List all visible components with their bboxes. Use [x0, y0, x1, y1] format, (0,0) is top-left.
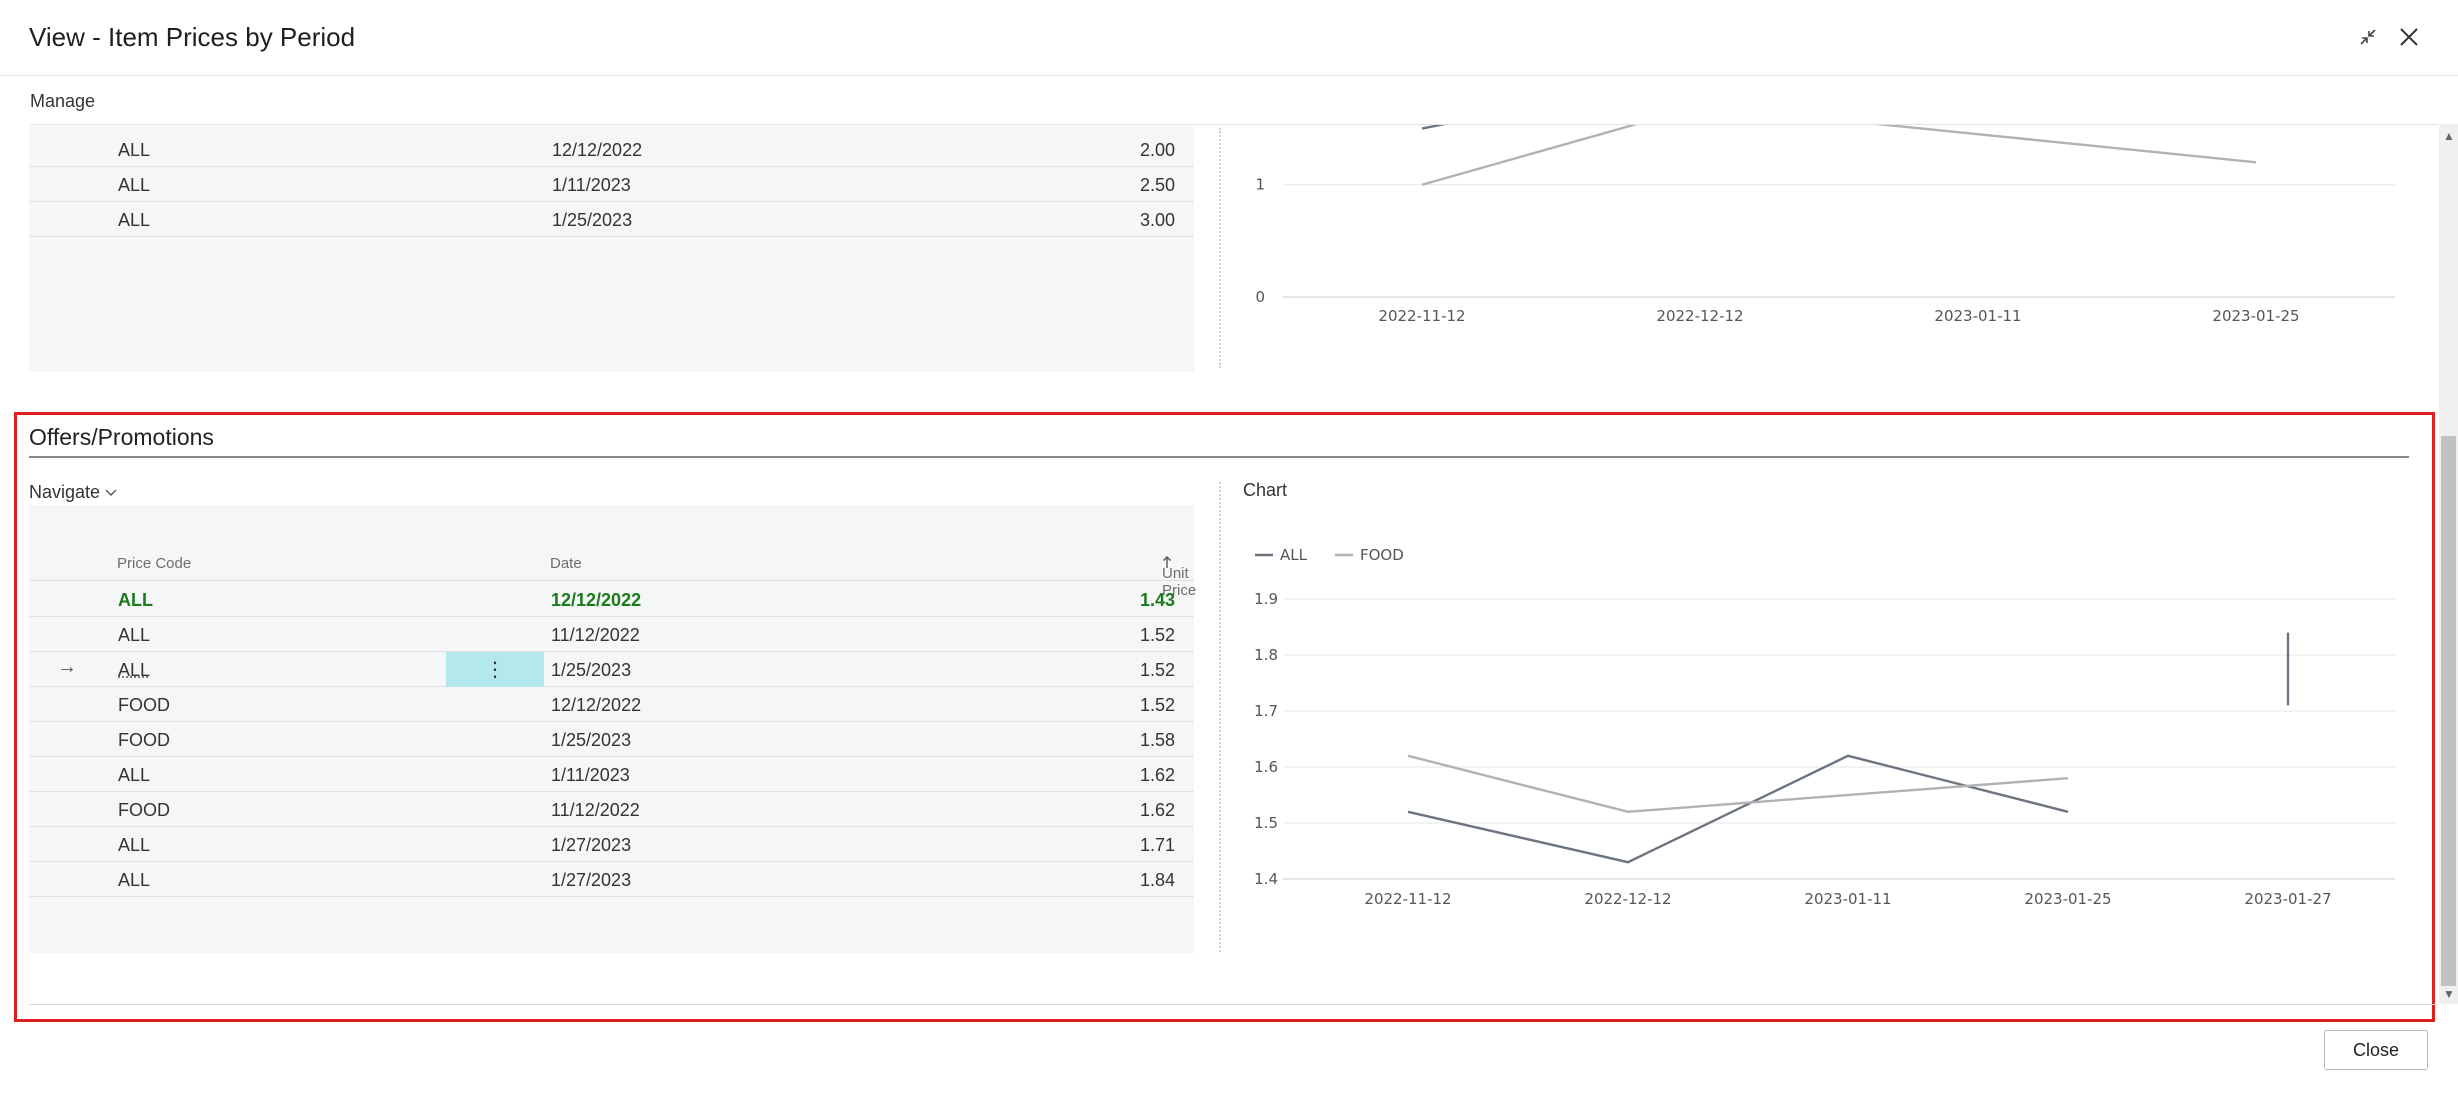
x-tick-label: 2023-01-25 [2024, 890, 2111, 908]
price-code-cell: ALL [118, 175, 151, 195]
price-code-cell[interactable]: ALL [118, 625, 150, 646]
unit-price-cell: 1.58 [1139, 730, 1175, 750]
table-row[interactable]: ALL 1/11/2023 2.50 [29, 167, 1194, 202]
date-cell: 1/11/2023 [551, 765, 630, 785]
date-cell: 1/27/2023 [551, 870, 632, 890]
table-row[interactable]: FOOD 12/12/2022 1.52 [29, 687, 1194, 722]
table-row[interactable]: FOOD 1/25/2023 1.58 [29, 722, 1194, 757]
date-cell: 11/12/2022 [551, 625, 640, 645]
y-tick-label: 1 [1255, 176, 1265, 194]
scroll-down-icon[interactable]: ▼ [2442, 988, 2456, 1000]
unit-price-cell: 1.71 [1139, 835, 1175, 855]
upper-price-list: ALL 12/12/2022 2.00 ALL 1/11/2023 2.50 A… [29, 126, 1194, 372]
date-cell: 11/12/2022 [551, 800, 640, 820]
window-title: View - Item Prices by Period [29, 22, 356, 52]
y-tick-label: 1.9 [1254, 590, 1278, 608]
date-cell: 12/12/2022 [551, 695, 642, 715]
column-header-price-code[interactable]: Price Code [117, 555, 191, 572]
unit-price-cell: 3.00 [1139, 210, 1175, 230]
y-tick-label: 1.5 [1254, 814, 1278, 832]
date-cell: 1/25/2023 [551, 660, 632, 680]
price-code-cell[interactable]: ALL [118, 870, 150, 891]
chevron-down-icon [105, 489, 117, 496]
offers-price-chart: ALL FOOD 1.4 1.5 1.6 1.7 1.8 1.9 2022-11-12 202… [1254, 546, 2395, 908]
chart-label: Chart [1243, 480, 1288, 500]
unit-price-cell: 2.50 [1139, 175, 1175, 195]
unit-price-cell: 2.00 [1139, 140, 1175, 160]
price-code-cell[interactable]: FOOD [118, 730, 170, 751]
manage-menu[interactable]: Manage [30, 91, 95, 112]
close-icon[interactable] [2394, 22, 2424, 52]
unit-price-cell: 1.62 [1139, 765, 1175, 785]
table-row[interactable]: FOOD 11/12/2022 1.62 [29, 792, 1194, 827]
x-tick-label: 2022-11-12 [1364, 890, 1451, 908]
y-tick-label: 1.7 [1254, 702, 1278, 720]
legend-label: FOOD [1360, 546, 1404, 564]
legend-label: ALL [1280, 546, 1308, 564]
x-tick-label: 2023-01-11 [1804, 890, 1891, 908]
x-tick-label: 2023-01-25 [2212, 307, 2299, 325]
x-tick-label: 2023-01-27 [2244, 890, 2331, 908]
scrollbar-thumb[interactable] [2441, 436, 2456, 986]
unit-price-cell: 1.52 [1139, 625, 1175, 645]
date-cell: 12/12/2022 [552, 140, 643, 160]
price-code-cell[interactable]: ALL [118, 590, 153, 611]
column-header-unit-price[interactable]: Unit Price [1162, 555, 1196, 599]
price-code-cell[interactable]: FOOD [118, 695, 170, 716]
series-line-food [1407, 754, 2069, 814]
current-row-arrow-icon: → [57, 656, 77, 678]
unit-price-cell: 1.62 [1139, 800, 1175, 820]
series-line-food [1421, 125, 2257, 186]
date-cell: 1/25/2023 [552, 210, 633, 230]
column-header-date[interactable]: Date [550, 555, 582, 572]
row-actions-button[interactable]: ⋮ [446, 652, 544, 687]
y-tick-label: 1.4 [1254, 870, 1278, 888]
unit-price-cell: 1.84 [1139, 870, 1175, 890]
y-tick-label: 0 [1255, 288, 1265, 306]
pane-divider [1219, 128, 1221, 368]
pane-divider [1219, 482, 1221, 952]
table-header: Price Code Date Unit Price [29, 545, 1196, 599]
title-bar: View - Item Prices by Period [0, 0, 2458, 76]
offers-price-list: Price Code Date Unit Price ALL 12/12/202… [29, 505, 1196, 953]
price-code-cell[interactable]: ALL [118, 765, 150, 786]
price-code-cell[interactable]: ALL [118, 835, 150, 856]
unit-price-cell: 1.52 [1139, 695, 1175, 715]
navigate-menu[interactable]: Navigate [29, 482, 118, 503]
scroll-up-icon[interactable]: ▲ [2442, 130, 2456, 142]
table-row-current[interactable]: → ALL ⋮ 1/25/2023 1.52 [29, 652, 1194, 687]
close-button[interactable]: Close [2324, 1030, 2428, 1070]
y-tick-label: 1.6 [1254, 758, 1278, 776]
y-tick-label: 1.8 [1254, 646, 1278, 664]
table-row[interactable]: ALL 1/27/2023 1.71 [29, 827, 1194, 862]
date-cell: 1/25/2023 [551, 730, 632, 750]
series-line-all [1407, 754, 2069, 864]
x-tick-label: 2022-12-12 [1656, 307, 1743, 325]
table-row-selected[interactable]: ALL 12/12/2022 1.43 [29, 582, 1194, 617]
x-tick-label: 2023-01-11 [1934, 307, 2021, 325]
date-cell: 1/11/2023 [552, 175, 631, 195]
unit-price-cell: 1.43 [1139, 590, 1175, 610]
navigate-label: Navigate [29, 482, 101, 502]
price-code-cell: ALL [118, 140, 151, 160]
table-row[interactable]: ALL 1/11/2023 1.62 [29, 757, 1194, 792]
section-underline [29, 456, 2409, 458]
table-row[interactable]: ALL 11/12/2022 1.52 [29, 617, 1194, 652]
price-code-cell: ALL [118, 210, 151, 230]
table-row[interactable]: ALL 12/12/2022 2.00 [29, 132, 1194, 167]
collapse-icon[interactable] [2353, 22, 2383, 52]
upper-price-chart: 012 2022-11-122022-12-122023-01-112023-0… [1255, 125, 2395, 325]
more-options-icon: ⋮ [485, 659, 505, 681]
price-code-cell[interactable]: FOOD [118, 800, 170, 821]
divider [29, 1004, 2438, 1005]
price-code-cell[interactable]: ALL [118, 660, 150, 681]
unit-price-cell: 1.52 [1139, 660, 1175, 680]
table-row[interactable]: ALL 1/25/2023 3.00 [29, 202, 1194, 237]
date-cell: 12/12/2022 [551, 590, 642, 610]
x-tick-label: 2022-12-12 [1584, 890, 1671, 908]
date-cell: 1/27/2023 [551, 835, 632, 855]
section-title: Offers/Promotions [29, 424, 214, 450]
x-tick-label: 2022-11-12 [1378, 307, 1465, 325]
table-row[interactable]: ALL 1/27/2023 1.84 [29, 862, 1194, 897]
